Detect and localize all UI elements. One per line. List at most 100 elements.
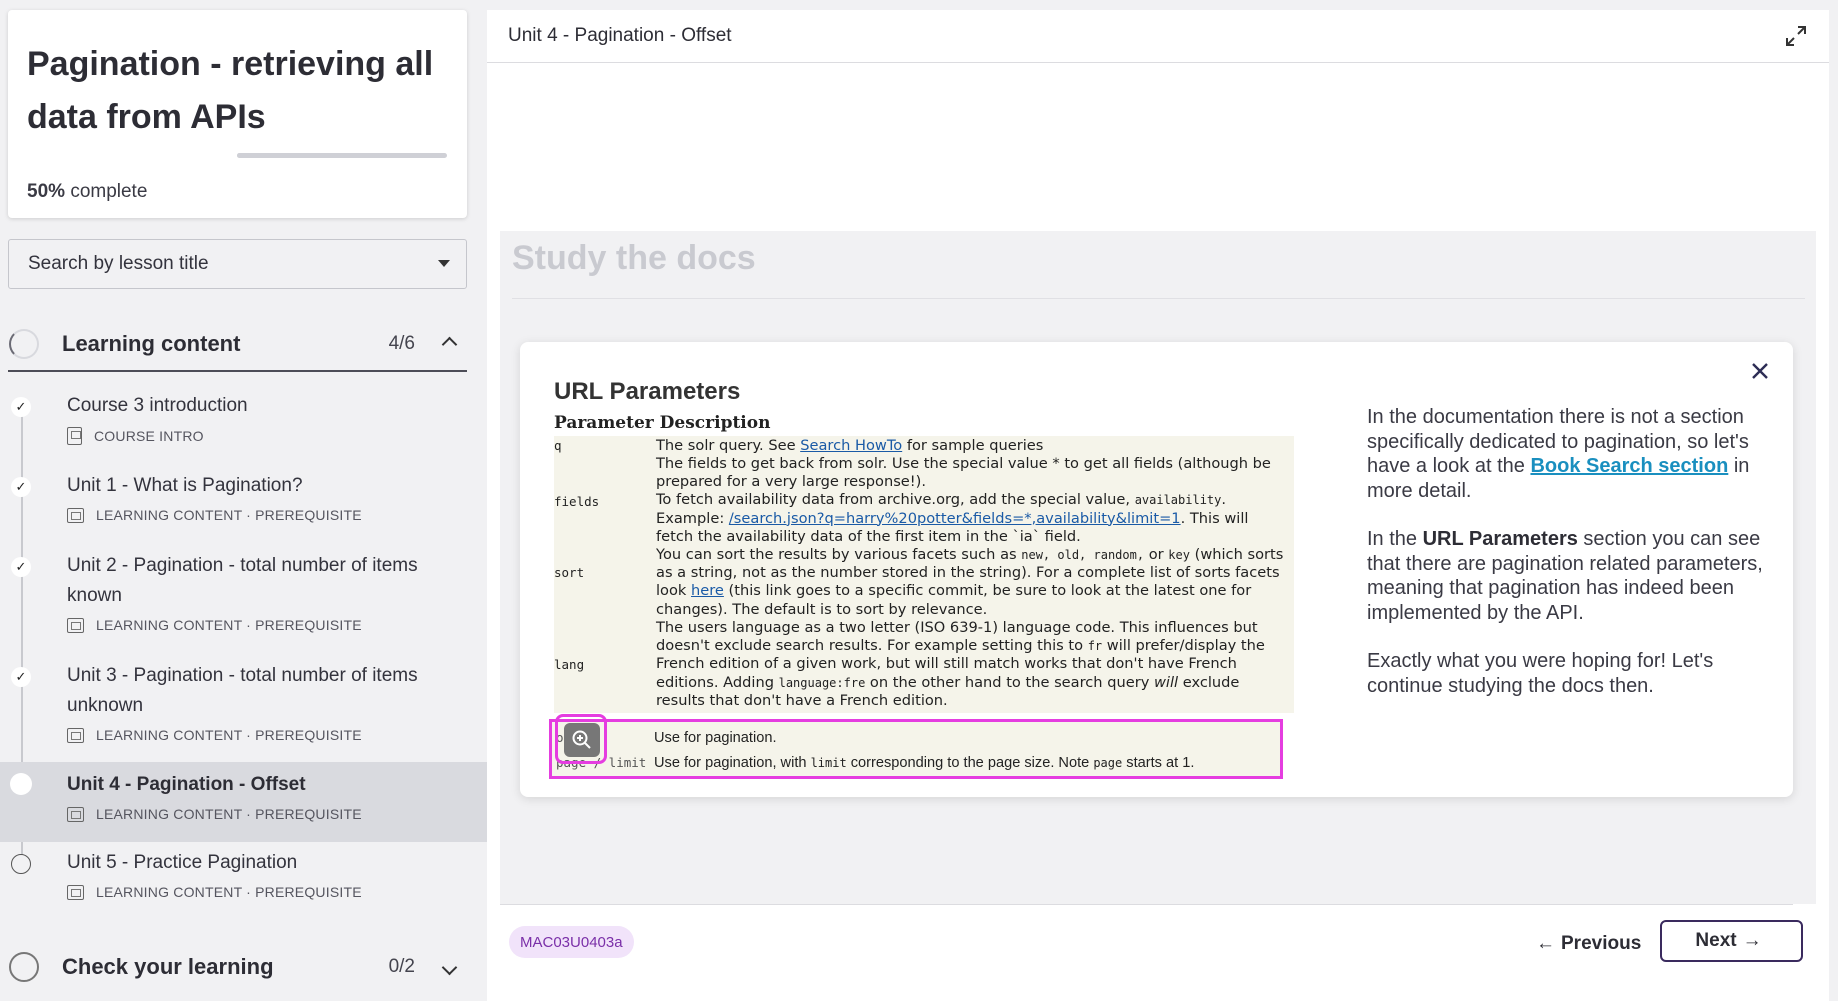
previous-button[interactable]: ← Previous	[1510, 924, 1661, 964]
check-icon: ✓	[11, 477, 31, 497]
check-icon: ✓	[11, 557, 31, 577]
lesson-meta-text: LEARNING CONTENT · PREREQUISITE	[96, 617, 362, 633]
lesson-meta: LEARNING CONTENT · PREREQUISITE	[67, 727, 362, 743]
param-key: q	[554, 438, 562, 453]
video-icon	[67, 884, 84, 900]
arrow-right-icon: →	[1742, 930, 1762, 951]
course-sidebar: Pagination - retrieving all data from AP…	[0, 0, 487, 1001]
study-heading: Study the docs	[512, 239, 756, 277]
progress-text: 50% complete	[27, 181, 147, 203]
video-icon	[67, 507, 84, 523]
lesson-item-unit-1[interactable]: ✓ Unit 1 - What is Pagination? LEARNING …	[0, 465, 487, 537]
section-progress-ring-icon	[9, 952, 39, 982]
empty-circle-icon	[11, 854, 31, 874]
docs-heading: URL Parameters	[554, 378, 741, 405]
param-desc: The users language as a two letter (ISO …	[656, 619, 1265, 709]
lesson-item-unit-5[interactable]: Unit 5 - Practice Pagination LEARNING CO…	[0, 842, 487, 914]
lesson-item-unit-2[interactable]: ✓ Unit 2 - Pagination - total number of …	[0, 545, 487, 645]
lesson-meta: COURSE INTRO	[67, 427, 204, 445]
lesson-title: Unit 5 - Practice Pagination	[67, 852, 298, 873]
arrow-left-icon: ←	[1536, 933, 1555, 954]
lesson-meta-text: LEARNING CONTENT · PREREQUISITE	[96, 727, 362, 743]
lesson-meta-text: LEARNING CONTENT · PREREQUISITE	[96, 884, 362, 900]
progress-percent: 50%	[27, 181, 66, 202]
lesson-main-panel: Unit 4 - Pagination - Offset Study the d…	[487, 10, 1829, 1001]
current-lesson-dot-icon	[10, 773, 32, 795]
explain-paragraph-2: In the URL Parameters section you can se…	[1367, 528, 1763, 624]
chevron-down-icon[interactable]	[441, 957, 458, 978]
lesson-search-placeholder: Search by lesson title	[28, 253, 209, 274]
lesson-title: Unit 4 - Pagination - Offset	[67, 774, 306, 795]
lesson-meta-text: LEARNING CONTENT · PREREQUISITE	[96, 806, 362, 822]
param-desc: The fields to get back from solr. Use th…	[656, 455, 1271, 545]
course-progress-bar	[237, 153, 447, 158]
document-icon	[67, 427, 82, 445]
progress-suffix: complete	[70, 181, 148, 202]
lesson-title: Unit 3 - Pagination - total number of it…	[67, 665, 418, 716]
lesson-item-unit-4[interactable]: Unit 4 - Pagination - Offset LEARNING CO…	[0, 762, 487, 842]
chevron-up-icon[interactable]	[441, 333, 458, 355]
col-description: Description	[659, 413, 771, 433]
pagination-params-highlight: offset Use for pagination. page / limit …	[549, 719, 1283, 779]
param-desc: Use for pagination.	[654, 730, 777, 746]
lesson-item-course-intro[interactable]: ✓ Course 3 introduction COURSE INTRO	[0, 385, 487, 457]
explain-paragraph-1: In the documentation there is not a sect…	[1367, 406, 1750, 502]
docs-table-body: q The solr query. See Search HowTo for s…	[554, 436, 1294, 713]
section-learning-content[interactable]: Learning content 4/6	[8, 319, 467, 369]
heading-divider	[512, 298, 1805, 299]
section-check-your-learning[interactable]: Check your learning 0/2	[8, 942, 467, 992]
lesson-header: Unit 4 - Pagination - Offset	[487, 10, 1829, 63]
param-desc: Use for pagination, with limit correspon…	[654, 755, 1195, 771]
lesson-title: Unit 2 - Pagination - total number of it…	[67, 555, 418, 606]
image-detail-modal: URL Parameters Parameter Description q T…	[520, 342, 1793, 797]
dropdown-caret-icon	[438, 260, 450, 267]
video-icon	[67, 727, 84, 743]
search-example-link[interactable]: /search.json?q=harry%20potter&fields=*,a…	[729, 510, 1181, 527]
previous-label: Previous	[1561, 933, 1642, 954]
course-card: Pagination - retrieving all data from AP…	[8, 10, 467, 218]
section-label: Learning content	[62, 331, 241, 356]
next-button[interactable]: Next →	[1660, 920, 1803, 962]
lesson-meta: LEARNING CONTENT · PREREQUISITE	[67, 617, 362, 633]
video-icon	[67, 806, 84, 822]
col-parameter: Parameter	[554, 413, 654, 433]
docs-table-columns: Parameter Description	[554, 413, 1294, 435]
param-key: fields	[554, 494, 600, 509]
check-icon: ✓	[11, 667, 31, 687]
footer-divider	[500, 904, 1793, 905]
section-divider	[8, 370, 467, 372]
video-icon	[67, 617, 84, 633]
lesson-meta-text: LEARNING CONTENT · PREREQUISITE	[96, 507, 362, 523]
lesson-title: Course 3 introduction	[67, 395, 248, 416]
param-key: sort	[554, 565, 585, 580]
zoom-button[interactable]	[555, 714, 607, 764]
section-count: 0/2	[388, 956, 415, 977]
section-progress-ring-icon	[9, 329, 39, 359]
explanation-text: In the documentation there is not a sect…	[1367, 405, 1787, 722]
explain-paragraph-3: Exactly what you were hoping for! Let's …	[1367, 650, 1714, 697]
lesson-code-badge: MAC03U0403a	[509, 926, 634, 958]
section-count: 4/6	[388, 333, 415, 354]
zoom-in-icon	[572, 730, 591, 749]
docs-table-header: Parameter Description	[554, 413, 1294, 435]
book-search-link[interactable]: Book Search section	[1530, 455, 1728, 477]
lesson-search-select[interactable]: Search by lesson title	[8, 239, 467, 289]
lesson-meta: LEARNING CONTENT · PREREQUISITE	[67, 884, 362, 900]
lesson-meta-text: COURSE INTRO	[94, 428, 204, 444]
sort-here-link[interactable]: here	[691, 582, 724, 599]
expand-icon[interactable]	[1785, 25, 1807, 47]
check-icon: ✓	[11, 397, 31, 417]
lesson-header-title: Unit 4 - Pagination - Offset	[508, 25, 732, 46]
course-progress-fill	[237, 153, 342, 158]
lesson-meta: LEARNING CONTENT · PREREQUISITE	[67, 507, 362, 523]
lesson-item-unit-3[interactable]: ✓ Unit 3 - Pagination - total number of …	[0, 655, 487, 755]
course-title: Pagination - retrieving all data from AP…	[27, 45, 434, 136]
lesson-meta: LEARNING CONTENT · PREREQUISITE	[67, 806, 362, 822]
close-icon[interactable]	[1749, 360, 1771, 382]
lesson-title: Unit 1 - What is Pagination?	[67, 475, 303, 496]
section-label: Check your learning	[62, 954, 274, 979]
search-howto-link[interactable]: Search HowTo	[800, 437, 902, 454]
next-label: Next	[1695, 930, 1737, 951]
param-desc: The solr query. See Search HowTo for sam…	[656, 437, 1044, 454]
param-key: lang	[554, 657, 585, 672]
